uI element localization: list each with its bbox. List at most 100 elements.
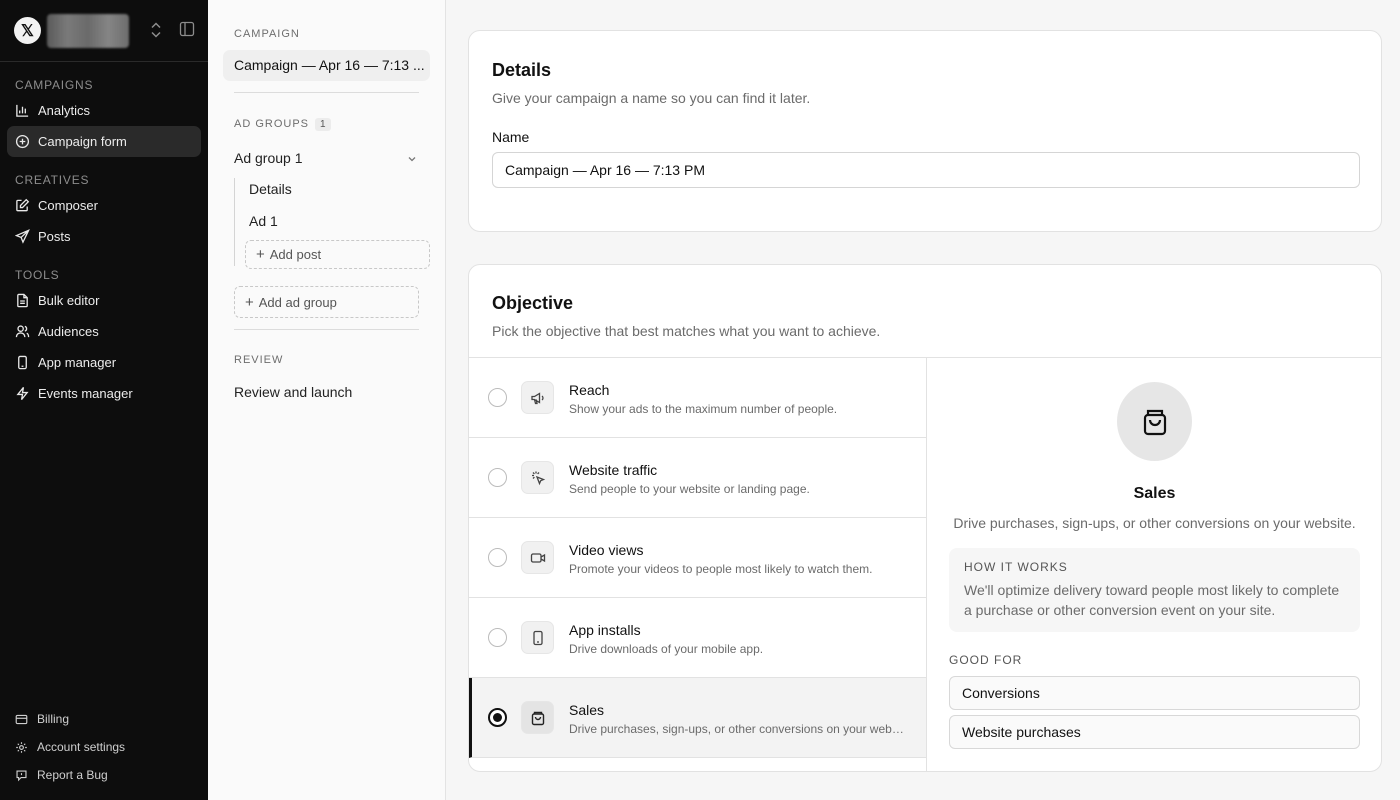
- nav-ad-1[interactable]: Ad 1: [249, 213, 278, 229]
- nav-details[interactable]: Details: [249, 181, 292, 197]
- sidebar-item-audiences[interactable]: Audiences: [7, 316, 201, 347]
- edit-icon: [16, 198, 30, 212]
- sidebar-item-report-bug[interactable]: Report a Bug: [7, 761, 201, 789]
- option-title: Website traffic: [569, 462, 658, 478]
- bar-chart-icon: [16, 104, 29, 117]
- toggle-sidebar-icon[interactable]: [179, 21, 195, 37]
- chevron-up-down-icon[interactable]: [149, 21, 163, 39]
- sidebar-item-billing[interactable]: Billing: [7, 705, 201, 733]
- video-icon: [521, 541, 554, 574]
- section-review: REVIEW: [234, 354, 284, 366]
- plus-icon: +: [245, 293, 254, 311]
- campaign-outline-nav: CAMPAIGN Campaign — Apr 16 — 7:13 ... AD…: [208, 0, 446, 800]
- add-ad-group-button[interactable]: + Add ad group: [234, 286, 419, 318]
- good-for-tag: Website purchases: [949, 715, 1360, 749]
- sidebar-item-label: Events manager: [38, 386, 133, 401]
- sidebar-item-bulk-editor[interactable]: Bulk editor: [7, 285, 201, 316]
- objective-detail-panel: Sales Drive purchases, sign-ups, or othe…: [926, 357, 1381, 772]
- phone-icon: [18, 355, 27, 370]
- sidebar-item-composer[interactable]: Composer: [7, 190, 201, 221]
- sidebar-item-label: Account settings: [37, 740, 126, 754]
- tree-line: [234, 178, 235, 266]
- option-desc: Show your ads to the maximum number of p…: [569, 402, 838, 416]
- main-sidebar: 𝕏 CAMPAIGNS Analytics Campaign form CREA…: [0, 0, 208, 800]
- objective-option-reach[interactable]: Reach Show your ads to the maximum numbe…: [469, 358, 926, 438]
- option-desc: Drive downloads of your mobile app.: [569, 642, 764, 656]
- how-it-works-heading: HOW IT WORKS: [964, 560, 1068, 574]
- good-for-heading: GOOD FOR: [949, 653, 1023, 667]
- sidebar-item-account-settings[interactable]: Account settings: [7, 733, 201, 761]
- details-subtitle: Give your campaign a name so you can fin…: [492, 90, 811, 106]
- x-logo-icon: 𝕏: [14, 17, 41, 44]
- objective-option-app-installs[interactable]: App installs Drive downloads of your mob…: [469, 598, 926, 678]
- objective-options: Reach Show your ads to the maximum numbe…: [469, 357, 926, 758]
- objective-card: Objective Pick the objective that best m…: [468, 264, 1382, 772]
- detail-desc: Drive purchases, sign-ups, or other conv…: [953, 515, 1356, 531]
- objective-option-website-traffic[interactable]: Website traffic Send people to your webs…: [469, 438, 926, 518]
- sidebar-item-label: Report a Bug: [37, 768, 108, 782]
- radio-button[interactable]: [488, 548, 507, 567]
- radio-button[interactable]: [488, 388, 507, 407]
- gear-icon: [16, 741, 27, 753]
- section-label: AD GROUPS: [234, 118, 310, 130]
- sidebar-item-label: Campaign form: [38, 134, 127, 149]
- sidebar-section-campaigns: CAMPAIGNS: [15, 78, 94, 92]
- sidebar-section-creatives: CREATIVES: [15, 173, 90, 187]
- section-ad-groups: AD GROUPS 1: [234, 118, 331, 131]
- radio-button-selected[interactable]: [488, 708, 507, 727]
- option-desc: Promote your videos to people most likel…: [569, 562, 873, 576]
- detail-title: Sales: [1133, 485, 1176, 502]
- shopping-bag-icon: [1117, 382, 1192, 461]
- name-label: Name: [492, 129, 530, 145]
- sidebar-section-tools: TOOLS: [15, 268, 60, 282]
- ad-groups-count-badge: 1: [315, 118, 331, 131]
- phone-icon: [521, 621, 554, 654]
- sidebar-bottom: Billing Account settings Report a Bug: [0, 705, 208, 789]
- how-it-works-text: We'll optimize delivery toward people mo…: [964, 582, 1340, 618]
- sidebar-item-label: Audiences: [38, 324, 99, 339]
- flag-icon: [16, 769, 27, 781]
- cursor-click-icon: [521, 461, 554, 494]
- sidebar-item-analytics[interactable]: Analytics: [7, 95, 201, 126]
- nav-ad-group-1[interactable]: Ad group 1: [234, 150, 303, 166]
- sidebar-item-label: App manager: [38, 355, 117, 370]
- account-name-redacted: [47, 13, 129, 48]
- megaphone-icon: [521, 381, 554, 414]
- sidebar-item-campaign-form[interactable]: Campaign form: [7, 126, 201, 157]
- account-switcher[interactable]: 𝕏: [0, 0, 208, 62]
- card-icon: [15, 714, 28, 724]
- users-icon: [15, 325, 30, 338]
- add-ad-group-label: Add ad group: [258, 294, 337, 310]
- sidebar-item-posts[interactable]: Posts: [7, 221, 201, 252]
- nav-review-and-launch[interactable]: Review and launch: [234, 384, 352, 400]
- add-post-label: Add post: [269, 247, 322, 262]
- how-it-works-box: HOW IT WORKS We'll optimize delivery tow…: [949, 548, 1360, 632]
- divider: [234, 92, 419, 93]
- nav-campaign-item[interactable]: Campaign — Apr 16 — 7:13 ...: [223, 50, 430, 81]
- campaign-name-input[interactable]: Campaign — Apr 16 — 7:13 PM: [492, 152, 1360, 188]
- good-for-tag: Conversions: [949, 676, 1360, 710]
- option-title: Video views: [569, 542, 644, 558]
- sidebar-item-app-manager[interactable]: App manager: [7, 347, 201, 378]
- file-icon: [17, 293, 28, 308]
- send-icon: [15, 229, 30, 244]
- sidebar-item-label: Bulk editor: [38, 293, 100, 308]
- radio-button[interactable]: [488, 468, 507, 487]
- section-campaign: CAMPAIGN: [234, 28, 300, 40]
- option-desc: Send people to your website or landing p…: [569, 482, 810, 496]
- radio-button[interactable]: [488, 628, 507, 647]
- shopping-bag-icon: [521, 701, 554, 734]
- option-desc: Drive purchases, sign-ups, or other conv…: [569, 722, 909, 736]
- sidebar-item-label: Posts: [38, 229, 71, 244]
- option-title: Reach: [569, 382, 610, 398]
- add-post-button[interactable]: + Add post: [245, 240, 430, 269]
- objective-option-video-views[interactable]: Video views Promote your videos to peopl…: [469, 518, 926, 598]
- objective-option-sales[interactable]: Sales Drive purchases, sign-ups, or othe…: [469, 678, 926, 758]
- chevron-down-icon[interactable]: [406, 153, 418, 165]
- sidebar-item-label: Composer: [38, 198, 98, 213]
- objective-title: Objective: [492, 293, 574, 313]
- details-title: Details: [492, 60, 552, 80]
- sidebar-item-events-manager[interactable]: Events manager: [7, 378, 201, 409]
- main-content: Details Give your campaign a name so you…: [446, 0, 1400, 800]
- details-card: Details Give your campaign a name so you…: [468, 30, 1382, 232]
